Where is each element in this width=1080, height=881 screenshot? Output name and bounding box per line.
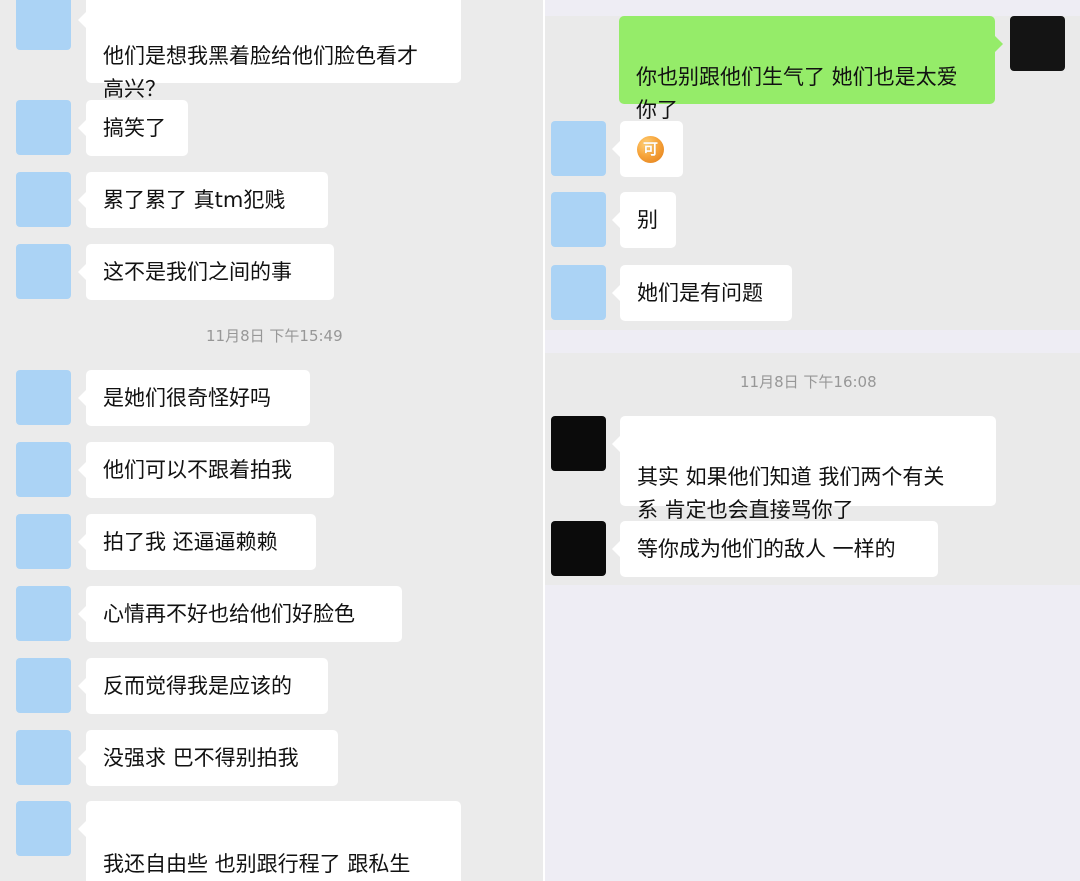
message-text: 反而觉得我是应该的 (103, 673, 292, 698)
message-text: 别 (637, 207, 658, 232)
message-text: 没强求 巴不得别拍我 (103, 745, 299, 770)
avatar[interactable] (551, 416, 606, 471)
message-bubble[interactable]: 他们可以不跟着拍我 (78, 442, 334, 498)
message-text: 她们是有问题 (637, 280, 763, 305)
avatar[interactable] (551, 265, 606, 320)
avatar[interactable] (16, 100, 71, 155)
message-bubble[interactable]: 可 (612, 121, 683, 177)
avatar[interactable] (16, 0, 71, 50)
avatar[interactable] (16, 514, 71, 569)
message-bubble[interactable]: 我还自由些 也别跟行程了 跟私生 有什么区别 (78, 801, 461, 881)
message-bubble[interactable]: 是她们很奇怪好吗 (78, 370, 310, 426)
avatar[interactable] (16, 730, 71, 785)
message-bubble[interactable]: 她们是有问题 (612, 265, 792, 321)
message-text: 他们可以不跟着拍我 (103, 457, 292, 482)
message-bubble[interactable]: 他们是想我黑着脸给他们脸色看才 高兴？ (78, 0, 461, 101)
message-bubble[interactable]: 搞笑了 (78, 100, 188, 156)
message-text: 这不是我们之间的事 (103, 259, 292, 284)
avatar[interactable] (551, 521, 606, 576)
message-bubble[interactable]: 这不是我们之间的事 (78, 244, 334, 300)
avatar[interactable] (16, 172, 71, 227)
message-text: 他们是想我黑着脸给他们脸色看才 高兴？ (103, 44, 418, 101)
message-bubble[interactable]: 心情再不好也给他们好脸色 (78, 586, 402, 642)
avatar[interactable] (551, 192, 606, 247)
right-chat-panel: 你也别跟他们生气了 她们也是太爱 你了 可 别 她们是有问题 11月8日 下午1… (545, 0, 1080, 881)
left-chat-panel: 他们是想我黑着脸给他们脸色看才 高兴？ 搞笑了 累了累了 真tm犯贱 这不是我们… (0, 0, 543, 881)
avatar[interactable] (16, 370, 71, 425)
sent-message-bubble[interactable]: 你也别跟他们生气了 她们也是太爱 你了 (619, 16, 1003, 122)
avatar[interactable] (16, 658, 71, 713)
message-bubble[interactable]: 其实 如果他们知道 我们两个有关 系 肯定也会直接骂你了 (612, 416, 996, 522)
message-bubble[interactable]: 反而觉得我是应该的 (78, 658, 328, 714)
message-bubble[interactable]: 拍了我 还逼逼赖赖 (78, 514, 316, 570)
message-text: 我还自由些 也别跟行程了 跟私生 有什么区别 (103, 852, 411, 876)
chat-timestamp: 11月8日 下午15:49 (206, 327, 343, 345)
avatar[interactable] (16, 586, 71, 641)
message-text: 拍了我 还逼逼赖赖 (103, 529, 278, 554)
message-bubble[interactable]: 没强求 巴不得别拍我 (78, 730, 338, 786)
message-text: 是她们很奇怪好吗 (103, 385, 271, 410)
chat-screenshot-collage: 他们是想我黑着脸给他们脸色看才 高兴？ 搞笑了 累了累了 真tm犯贱 这不是我们… (0, 0, 1080, 881)
chat-timestamp: 11月8日 下午16:08 (740, 373, 877, 391)
message-text: 累了累了 真tm犯贱 (103, 187, 286, 212)
avatar[interactable] (16, 442, 71, 497)
message-bubble[interactable]: 别 (612, 192, 676, 248)
message-bubble[interactable]: 等你成为他们的敌人 一样的 (612, 521, 938, 577)
avatar[interactable] (16, 801, 71, 856)
message-bubble[interactable]: 累了累了 真tm犯贱 (78, 172, 328, 228)
avatar[interactable] (551, 121, 606, 176)
avatar[interactable] (1010, 16, 1065, 71)
section-divider (545, 0, 1080, 16)
message-text: 心情再不好也给他们好脸色 (103, 601, 355, 626)
message-text: 搞笑了 (103, 115, 166, 140)
avatar[interactable] (16, 244, 71, 299)
ke-emoji: 可 (637, 135, 664, 163)
message-text: 等你成为他们的敌人 一样的 (637, 536, 896, 561)
